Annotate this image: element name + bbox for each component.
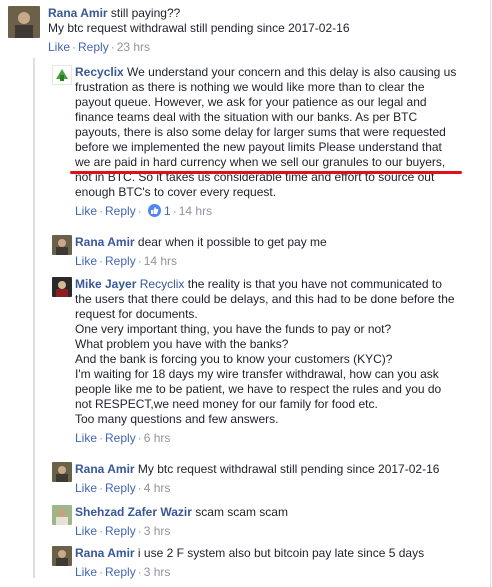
reply-button[interactable]: Reply bbox=[105, 565, 136, 579]
separator: · bbox=[99, 481, 104, 495]
separator: · bbox=[172, 204, 177, 218]
comment-author[interactable]: Rana Amir bbox=[75, 235, 135, 249]
comment-timestamp[interactable]: 14 hrs bbox=[144, 254, 177, 268]
like-button[interactable]: Like bbox=[75, 565, 97, 579]
separator: · bbox=[99, 524, 104, 538]
comment-timestamp[interactable]: 23 hrs bbox=[117, 40, 150, 54]
comment-text: not RESPECT,we need money for our family… bbox=[75, 397, 378, 411]
comment-timestamp[interactable]: 3 hrs bbox=[144, 524, 171, 538]
comment-text: finance teams deal with the situation wi… bbox=[75, 110, 418, 124]
comment-text: What problem you have with the banks? bbox=[75, 337, 289, 351]
separator: · bbox=[137, 254, 142, 268]
comment-author[interactable]: Rana Amir bbox=[75, 546, 135, 560]
separator: · bbox=[99, 254, 104, 268]
separator: · bbox=[110, 40, 115, 54]
comment-text: My btc request withdrawal still pending … bbox=[48, 21, 350, 35]
like-button[interactable]: Like bbox=[48, 40, 70, 54]
separator: · bbox=[137, 204, 142, 218]
reply-button[interactable]: Reply bbox=[105, 204, 136, 218]
comment-text: enough BTC's to cover every request. bbox=[75, 185, 277, 199]
avatar[interactable] bbox=[52, 277, 72, 297]
separator: · bbox=[72, 40, 77, 54]
comment-timestamp[interactable]: 6 hrs bbox=[144, 431, 171, 445]
comment-timestamp[interactable]: 4 hrs bbox=[144, 481, 171, 495]
comment-text: the reality is that you have not communi… bbox=[187, 277, 442, 291]
avatar[interactable] bbox=[52, 505, 72, 525]
comment-text: My btc request withdrawal still pending … bbox=[137, 462, 440, 476]
avatar[interactable] bbox=[52, 235, 72, 255]
comment-text: before we implemented the new payout lim… bbox=[75, 140, 442, 154]
like-button[interactable]: Like bbox=[75, 481, 97, 495]
thread-line bbox=[33, 58, 35, 578]
comment-text: still paying?? bbox=[110, 6, 181, 20]
comment-timestamp[interactable]: 14 hrs bbox=[179, 204, 212, 218]
separator: · bbox=[137, 524, 142, 538]
comment-timestamp[interactable]: 3 hrs bbox=[144, 565, 171, 579]
reply-button[interactable]: Reply bbox=[105, 481, 136, 495]
comment-text: dear when it possible to get pay me bbox=[137, 235, 327, 249]
comment-author[interactable]: Rana Amir bbox=[75, 462, 135, 476]
separator: · bbox=[99, 431, 104, 445]
comment-author[interactable]: Rana Amir bbox=[48, 6, 108, 20]
comment-text: I'm waiting for 18 days my wire transfer… bbox=[75, 367, 439, 381]
reply-button[interactable]: Reply bbox=[78, 40, 109, 54]
mention-link[interactable]: Recyclix bbox=[140, 277, 185, 291]
comment-text: One very important thing, you have the f… bbox=[75, 322, 392, 336]
like-button[interactable]: Like bbox=[75, 524, 97, 538]
comment-author[interactable]: Recyclix bbox=[75, 65, 124, 79]
reply-button[interactable]: Reply bbox=[105, 524, 136, 538]
reply-button[interactable]: Reply bbox=[105, 254, 136, 268]
comment-text: scam scam scam bbox=[195, 505, 288, 519]
separator: · bbox=[99, 204, 104, 218]
comment-thread: Rana Amir still paying?? My btc request … bbox=[0, 0, 491, 587]
avatar[interactable] bbox=[52, 546, 72, 566]
separator: · bbox=[137, 431, 142, 445]
comment-text: frustration as there is nothing we would… bbox=[75, 80, 425, 94]
separator: · bbox=[137, 481, 142, 495]
comment-text: Too many questions and few answers. bbox=[75, 412, 279, 426]
comment-text: i use 2 F system also but bitcoin pay la… bbox=[137, 546, 425, 560]
comment-text: payouts, there is also some delay for la… bbox=[75, 125, 446, 139]
comment-text: We understand your concern and this dela… bbox=[127, 65, 457, 79]
comment-text: payout queue. However, we ask for your p… bbox=[75, 95, 427, 109]
comment-text: the users that there could be delays, an… bbox=[75, 292, 455, 306]
comment-text: And the bank is forcing you to know your… bbox=[75, 352, 393, 366]
like-button[interactable]: Like bbox=[75, 431, 97, 445]
avatar[interactable] bbox=[8, 6, 40, 38]
avatar[interactable] bbox=[52, 462, 72, 482]
comment-text: we are paid in hard currency when we sel… bbox=[75, 155, 446, 169]
reaction-count[interactable]: 1 bbox=[164, 204, 171, 218]
separator: · bbox=[137, 565, 142, 579]
comment-text: people like me to be patient, we have to… bbox=[75, 382, 442, 396]
like-button[interactable]: Like bbox=[75, 254, 97, 268]
comment-author[interactable]: Mike Jayer bbox=[75, 277, 136, 291]
separator: · bbox=[99, 565, 104, 579]
comment-text: request for documents. bbox=[75, 307, 198, 321]
reply-button[interactable]: Reply bbox=[105, 431, 136, 445]
thumbs-up-icon[interactable] bbox=[147, 204, 161, 217]
like-button[interactable]: Like bbox=[75, 204, 97, 218]
highlight-underline bbox=[70, 171, 462, 174]
comment-author[interactable]: Shehzad Zafer Wazir bbox=[75, 505, 192, 519]
avatar[interactable] bbox=[52, 65, 72, 85]
